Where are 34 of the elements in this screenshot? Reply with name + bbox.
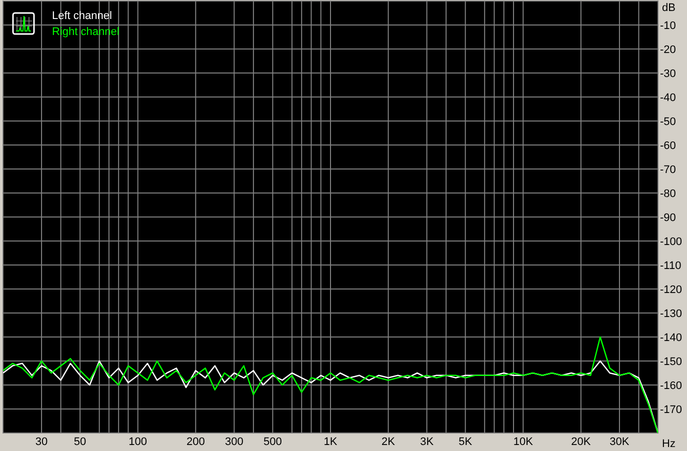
x-tick-label: 200 [186, 436, 205, 448]
y-tick-label: -50 [660, 116, 676, 128]
y-tick-label: -170 [660, 404, 682, 416]
y-tick-label: -30 [660, 68, 676, 80]
y-tick-label: -80 [660, 188, 676, 200]
y-tick-label: -140 [660, 332, 682, 344]
y-tick-label: -60 [660, 140, 676, 152]
axis-title: dB [662, 2, 676, 14]
y-tick-label: -130 [660, 308, 682, 320]
y-tick-label: -150 [660, 356, 682, 368]
y-tick-label: -90 [660, 212, 676, 224]
x-tick-label: 10K [513, 436, 533, 448]
y-tick-label: -110 [660, 260, 682, 272]
x-tick-label: 5K [458, 436, 472, 448]
x-tick-label: 30K [610, 436, 630, 448]
x-tick-label: 500 [264, 436, 282, 448]
x-tick-label: 100 [128, 436, 148, 448]
y-tick-label: -40 [660, 92, 676, 104]
legend-label: Right channel [52, 26, 120, 38]
x-tick-label: 50 [74, 436, 86, 448]
y-tick-label: -160 [660, 380, 682, 392]
axis-title: Hz [662, 438, 676, 450]
y-tick-label: -120 [660, 284, 682, 296]
x-tick-label: 2K [382, 436, 396, 448]
y-tick-label: -10 [660, 20, 676, 32]
x-tick-label: 30 [35, 436, 48, 448]
y-tick-label: -70 [660, 164, 676, 176]
y-tick-label: -100 [660, 236, 682, 248]
x-tick-label: 3K [420, 436, 434, 448]
x-tick-label: 300 [225, 436, 244, 448]
x-tick-label: 1K [324, 436, 338, 448]
y-tick-label: -20 [660, 44, 676, 56]
x-tick-label: 20K [571, 436, 591, 448]
legend-label: Left channel [52, 10, 112, 22]
